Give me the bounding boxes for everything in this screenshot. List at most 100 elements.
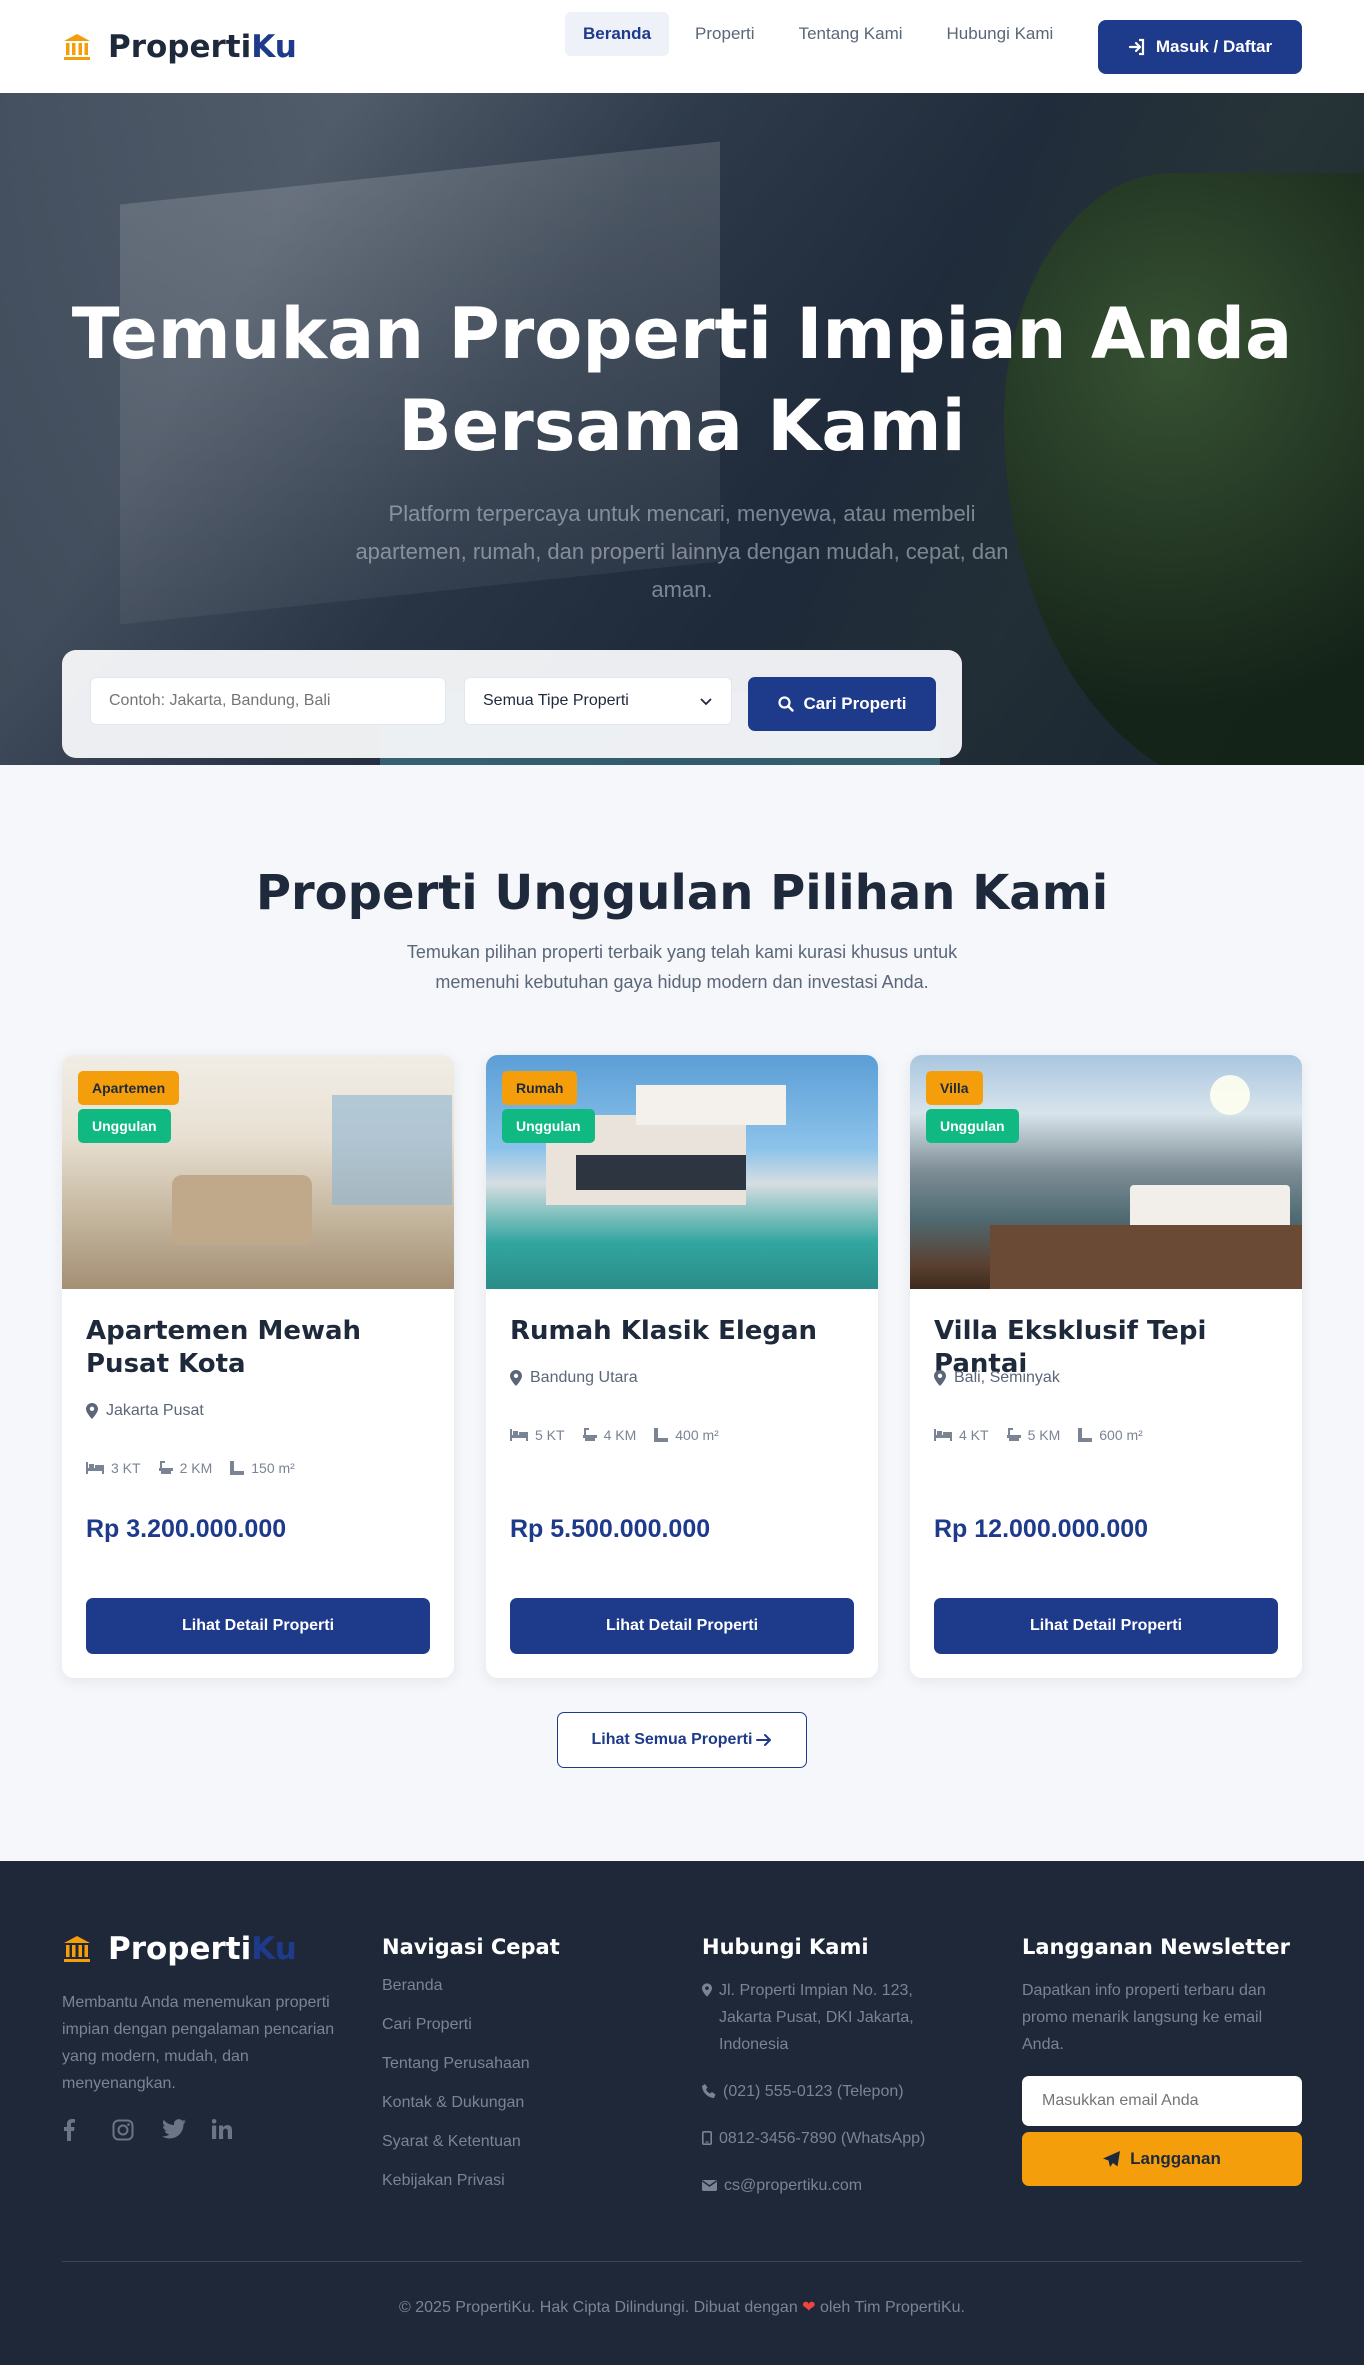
search-property-button[interactable]: Cari Properti xyxy=(748,677,936,731)
featured-section: Properti Unggulan Pilihan Kami Temukan p… xyxy=(0,765,1364,1861)
property-price: Rp 3.200.000.000 xyxy=(86,1515,287,1543)
footer-link-beranda[interactable]: Beranda xyxy=(382,1977,560,2016)
twitter-icon[interactable] xyxy=(162,2119,186,2141)
bank-icon xyxy=(64,33,90,60)
paper-plane-icon xyxy=(1103,2150,1121,2167)
footer-logo[interactable]: PropertiKu xyxy=(62,1931,352,1967)
location-search-input[interactable] xyxy=(90,677,446,725)
featured-badge: Unggulan xyxy=(78,1109,171,1143)
nav-link-hubungi[interactable]: Hubungi Kami xyxy=(929,12,1072,56)
newsletter-subscribe-button[interactable]: Langganan xyxy=(1022,2132,1302,2186)
newsletter-text: Dapatkan info properti terbaru dan promo… xyxy=(1022,1982,1266,2053)
property-specs: 3 KT 2 KM 150 m² xyxy=(86,1460,295,1476)
property-title[interactable]: Apartemen Mewah Pusat Kota xyxy=(86,1315,436,1381)
bed-icon xyxy=(86,1462,104,1474)
footer-phone[interactable]: (021) 555-0123 (Telepon) xyxy=(702,2078,932,2105)
footer-link-cari-properti[interactable]: Cari Properti xyxy=(382,2016,560,2055)
search-icon xyxy=(777,696,794,712)
bath-icon xyxy=(582,1428,597,1441)
search-panel: Semua Tipe Properti Cari Properti xyxy=(62,650,962,758)
property-image[interactable]: Villa Unggulan xyxy=(910,1055,1302,1289)
footer-newsletter-column: Langganan Newsletter Dapatkan info prope… xyxy=(1022,1931,1302,2186)
property-card[interactable]: Apartemen Unggulan Apartemen Mewah Pusat… xyxy=(62,1055,454,1678)
nav-link-properti[interactable]: Properti xyxy=(677,12,773,56)
property-price: Rp 12.000.000.000 xyxy=(934,1515,1149,1543)
footer-nav-column: Navigasi Cepat Beranda Cari Properti Ten… xyxy=(382,1931,560,2211)
hero-section: Temukan Properti Impian Anda Bersama Kam… xyxy=(0,93,1364,765)
nav-link-tentang[interactable]: Tentang Kami xyxy=(781,12,921,56)
footer-link-syarat[interactable]: Syarat & Ketentuan xyxy=(382,2133,560,2172)
map-marker-icon xyxy=(702,1983,712,1997)
view-detail-button[interactable]: Lihat Detail Properti xyxy=(510,1598,854,1654)
bank-icon xyxy=(64,1936,90,1962)
subscribe-label: Langganan xyxy=(1130,2149,1221,2168)
featured-badge: Unggulan xyxy=(926,1109,1019,1143)
footer-contact-list: Jl. Properti Impian No. 123, Jakarta Pus… xyxy=(702,1977,932,2199)
view-detail-button[interactable]: Lihat Detail Properti xyxy=(86,1598,430,1654)
footer-address: Jl. Properti Impian No. 123, Jakarta Pus… xyxy=(702,1977,932,2058)
phone-icon xyxy=(702,2084,716,2098)
property-type-badge: Villa xyxy=(926,1071,983,1105)
map-marker-icon xyxy=(934,1370,946,1386)
nav-link-beranda[interactable]: Beranda xyxy=(565,12,670,56)
chevron-down-icon xyxy=(700,698,712,706)
see-all-properties-button[interactable]: Lihat Semua Properti xyxy=(557,1712,807,1768)
property-card[interactable]: Rumah Unggulan Rumah Klasik Elegan Bandu… xyxy=(486,1055,878,1678)
envelope-icon xyxy=(702,2180,717,2191)
featured-subtitle: Temukan pilihan properti terbaik yang te… xyxy=(406,942,958,992)
footer-email[interactable]: cs@propertiku.com xyxy=(702,2172,932,2199)
brand-logo[interactable]: PropertiKu xyxy=(62,29,297,65)
bed-icon xyxy=(510,1429,528,1441)
footer-link-privasi[interactable]: Kebijakan Privasi xyxy=(382,2172,560,2211)
arrow-right-icon xyxy=(756,1734,772,1746)
property-location: Bali, Seminyak xyxy=(934,1369,1060,1387)
copyright: © 2025 PropertiKu. Hak Cipta Dilindungi.… xyxy=(399,2299,965,2316)
ruler-icon xyxy=(654,1428,669,1442)
footer-nav-heading: Navigasi Cepat xyxy=(382,1935,560,1959)
footer-divider xyxy=(62,2261,1302,2262)
property-specs: 4 KT 5 KM 600 m² xyxy=(934,1427,1143,1443)
see-all-label: Lihat Semua Properti xyxy=(591,1731,753,1748)
social-links xyxy=(62,2119,352,2141)
facebook-icon[interactable] xyxy=(62,2119,84,2141)
property-image[interactable]: Rumah Unggulan xyxy=(486,1055,878,1289)
footer-link-tentang[interactable]: Tentang Perusahaan xyxy=(382,2055,560,2094)
property-type-select[interactable]: Semua Tipe Properti xyxy=(464,677,732,725)
property-specs: 5 KT 4 KM 400 m² xyxy=(510,1427,719,1443)
newsletter-heading: Langganan Newsletter xyxy=(1022,1935,1290,1959)
property-price: Rp 5.500.000.000 xyxy=(510,1515,711,1543)
linkedin-icon[interactable] xyxy=(211,2119,234,2141)
ruler-icon xyxy=(1078,1428,1093,1442)
login-register-label: Masuk / Daftar xyxy=(1155,37,1273,56)
property-title[interactable]: Rumah Klasik Elegan xyxy=(510,1315,860,1348)
ruler-icon xyxy=(230,1461,245,1475)
newsletter-email-input[interactable] xyxy=(1022,2076,1302,2126)
property-location: Jakarta Pusat xyxy=(86,1402,204,1420)
search-button-label: Cari Properti xyxy=(803,694,907,713)
view-detail-button[interactable]: Lihat Detail Properti xyxy=(934,1598,1278,1654)
footer-contact-heading: Hubungi Kami xyxy=(702,1935,869,1959)
property-type-badge: Rumah xyxy=(502,1071,578,1105)
heart-icon: ❤ xyxy=(802,2299,816,2316)
bed-icon xyxy=(934,1429,952,1441)
featured-badge: Unggulan xyxy=(502,1109,595,1143)
sign-in-icon xyxy=(1128,38,1144,56)
map-marker-icon xyxy=(510,1370,522,1386)
footer-nav-list: Beranda Cari Properti Tentang Perusahaan… xyxy=(382,1977,560,2211)
brand-name: PropertiKu xyxy=(108,28,297,65)
nav-menu: Beranda Properti Tentang Kami Hubungi Ka… xyxy=(565,12,1071,56)
mobile-icon xyxy=(702,2131,712,2145)
property-image[interactable]: Apartemen Unggulan xyxy=(62,1055,454,1289)
footer-link-kontak[interactable]: Kontak & Dukungan xyxy=(382,2094,560,2133)
property-type-badge: Apartemen xyxy=(78,1071,180,1105)
hero-subtitle: Platform terpercaya untuk mencari, menye… xyxy=(355,501,1009,602)
navbar: PropertiKu Beranda Properti Tentang Kami… xyxy=(0,0,1364,93)
property-card[interactable]: Villa Unggulan Villa Eksklusif Tepi Pant… xyxy=(910,1055,1302,1678)
map-marker-icon xyxy=(86,1403,98,1419)
featured-title: Properti Unggulan Pilihan Kami xyxy=(255,865,1109,921)
footer-brand-column: PropertiKu Membantu Anda menemukan prope… xyxy=(62,1931,352,2141)
footer-description: Membantu Anda menemukan properti impian … xyxy=(62,1994,335,2092)
instagram-icon[interactable] xyxy=(112,2119,134,2141)
footer-whatsapp[interactable]: 0812-3456-7890 (WhatsApp) xyxy=(702,2125,932,2152)
login-register-button[interactable]: Masuk / Daftar xyxy=(1098,20,1302,74)
